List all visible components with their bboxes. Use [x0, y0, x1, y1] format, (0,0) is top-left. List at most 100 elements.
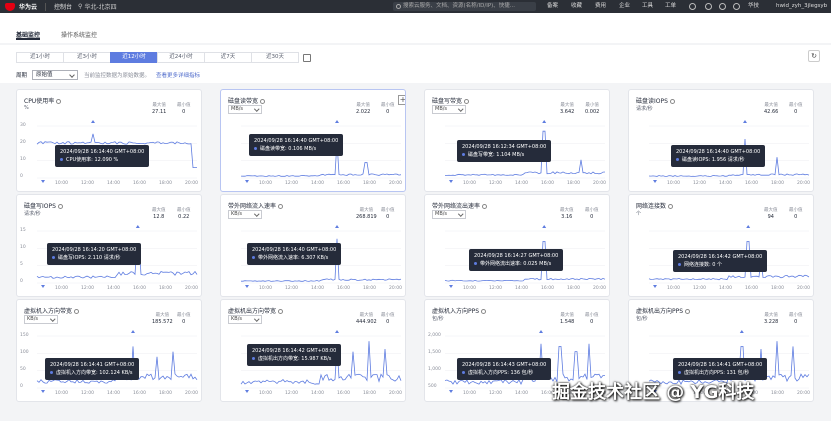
brand-name[interactable]: 华为云 — [19, 2, 37, 11]
global-search-input[interactable]: 搜索云服务、文档、资源(名称/ID/IP)、快捷... — [393, 2, 536, 11]
x-tick-label: 16:00 — [337, 391, 350, 396]
divider — [45, 2, 47, 11]
tooltip-time: 2024/09/28 16:14:40 GMT+08:00 — [676, 149, 761, 155]
series-dot-icon — [474, 262, 477, 265]
nav-beian[interactable]: 备案 — [547, 0, 558, 13]
range-30d-button[interactable]: 近30天 — [251, 52, 299, 63]
tooltip-value: 磁盘读带宽: 0.106 MB/s — [260, 146, 317, 152]
top-navigation-bar: 华为云 控制台 ⚲ 华北-北京四 搜索云服务、文档、资源(名称/ID/IP)、快捷… — [0, 0, 831, 13]
refresh-icon[interactable]: ↻ — [808, 50, 820, 62]
x-tick-label: 10:00 — [667, 181, 680, 186]
x-tick-label: 16:00 — [541, 181, 554, 186]
tooltip-time: 2024/09/28 16:14:40 GMT+08:00 — [252, 247, 337, 253]
x-tick-label: 18:00 — [363, 391, 376, 396]
min-marker — [41, 180, 45, 183]
x-tick-label: 10:00 — [463, 181, 476, 186]
metric-line-chart[interactable] — [629, 90, 814, 192]
period-label: 周期 — [16, 73, 28, 79]
x-tick-label: 10:00 — [667, 286, 680, 291]
calendar-icon[interactable] — [303, 54, 311, 62]
max-marker — [335, 330, 339, 333]
metric-line-chart[interactable] — [17, 90, 202, 192]
more-metrics-link[interactable]: 查看更多详细指标 — [156, 71, 200, 79]
x-tick-label: 14:00 — [515, 391, 528, 396]
y-tick-label: 1,000 — [428, 367, 441, 372]
nav-tickets[interactable]: 工单 — [665, 0, 676, 13]
tab-os-monitoring[interactable]: 操作系统监控 — [61, 30, 97, 39]
tab-basic-monitoring[interactable]: 基础监控 — [16, 30, 41, 40]
range-7d-button[interactable]: 近7天 — [204, 52, 252, 63]
x-tick-label: 20:00 — [389, 391, 402, 396]
tooltip-value: 网络连接数: 0 个 — [684, 262, 723, 268]
range-24h-button[interactable]: 近24小时 — [157, 52, 205, 63]
region-label: 华北-北京四 — [84, 4, 117, 11]
min-marker — [41, 390, 45, 393]
nav-enterprise[interactable]: 企业 — [619, 0, 630, 13]
series-dot-icon — [676, 158, 679, 161]
y-tick-label: 0 — [20, 279, 23, 284]
y-tick-label: 500 — [428, 384, 437, 389]
period-row: 周期 原始值 当前监控数据为原始数据。 查看更多详细指标 — [16, 70, 200, 80]
x-tick-label: 18:00 — [159, 286, 172, 291]
series-dot-icon — [254, 147, 257, 150]
metric-line-chart[interactable] — [629, 195, 814, 297]
hover-tooltip: 2024/09/28 16:14:40 GMT+08:00 磁盘读带宽: 0.10… — [249, 134, 344, 156]
tooltip-time: 2024/09/28 16:14:41 GMT+08:00 — [50, 362, 135, 368]
metric-card: 磁盘写带宽 MB/s 最大值 3.642 最小值 0.002 10:00 12:00 14:00… — [424, 89, 610, 192]
tooltip-value: 磁盘读IOPS: 1.956 请求/秒 — [682, 157, 745, 163]
x-tick-label: 12:00 — [81, 391, 94, 396]
user-account[interactable]: hwid_zyh_3jlegsyb — [776, 0, 831, 13]
min-marker — [41, 285, 45, 288]
globe-icon[interactable] — [733, 3, 740, 10]
help-icon[interactable] — [705, 3, 712, 10]
series-dot-icon — [462, 153, 465, 156]
series-dot-icon — [252, 357, 255, 360]
max-marker — [739, 330, 744, 333]
monitor-tabs: 基础监控 操作系统监控 — [0, 13, 831, 43]
y-tick-label: 15 — [20, 228, 26, 233]
nav-billing[interactable]: 费用 — [595, 0, 606, 13]
nav-favorites[interactable]: 收藏 — [571, 0, 582, 13]
tooltip-value: 虚拟机出方向PPS: 131 包/秒 — [684, 370, 750, 376]
x-tick-label: 12:00 — [489, 391, 502, 396]
period-select[interactable]: 原始值 — [32, 70, 79, 80]
region-selector[interactable]: ⚲ 华北-北京四 — [78, 2, 117, 11]
x-tick-label: 12:00 — [285, 391, 298, 396]
hover-tooltip: 2024/09/28 16:14:40 GMT+08:00 磁盘读IOPS: 1.… — [671, 145, 766, 167]
metric-line-chart[interactable] — [425, 195, 610, 297]
max-marker — [135, 225, 140, 228]
x-tick-label: 16:00 — [337, 181, 350, 186]
x-tick-label: 10:00 — [463, 286, 476, 291]
x-tick-label: 12:00 — [693, 286, 706, 291]
tooltip-time: 2024/09/28 16:14:40 GMT+08:00 — [254, 138, 339, 144]
org-name[interactable]: 华技 — [748, 0, 759, 13]
range-1h-button[interactable]: 近1小时 — [16, 52, 64, 63]
metric-card: 网络连接数个最大值 94 最小值 0 10:00 12:00 14:00 16:00 18:00… — [628, 194, 814, 297]
series-dot-icon — [60, 158, 63, 161]
x-tick-label: 20:00 — [389, 181, 402, 186]
console-link[interactable]: 控制台 — [54, 2, 72, 11]
x-tick-label: 16:00 — [133, 391, 146, 396]
range-3h-button[interactable]: 近3小时 — [63, 52, 111, 63]
grid-menu-icon[interactable] — [689, 3, 696, 10]
search-icon — [396, 4, 401, 9]
huawei-logo[interactable] — [5, 2, 15, 11]
x-tick-label: 10:00 — [55, 181, 68, 186]
period-value: 原始值 — [36, 72, 53, 78]
max-marker — [542, 225, 547, 228]
search-placeholder: 搜索云服务、文档、资源(名称/ID/IP)、快捷... — [403, 3, 516, 9]
x-tick-label: 14:00 — [107, 286, 120, 291]
x-tick-label: 18:00 — [159, 181, 172, 186]
y-tick-label: 100 — [20, 350, 29, 355]
range-12h-button[interactable]: 近12小时 — [110, 52, 158, 63]
x-tick-label: 10:00 — [259, 181, 272, 186]
bell-icon[interactable] — [719, 3, 726, 10]
x-tick-label: 14:00 — [515, 286, 528, 291]
tooltip-time: 2024/09/28 16:14:43 GMT+08:00 — [462, 362, 547, 368]
metric-card: 虚拟机出方向带宽 KB/s 最大值 444.902 最小值 0 10:00 12:00 14:0… — [220, 299, 406, 402]
metric-line-chart[interactable] — [17, 300, 202, 402]
tooltip-time: 2024/09/28 16:14:40 GMT+08:00 — [60, 149, 145, 155]
series-dot-icon — [252, 256, 255, 259]
nav-tools[interactable]: 工具 — [642, 0, 653, 13]
x-tick-label: 20:00 — [389, 286, 402, 291]
